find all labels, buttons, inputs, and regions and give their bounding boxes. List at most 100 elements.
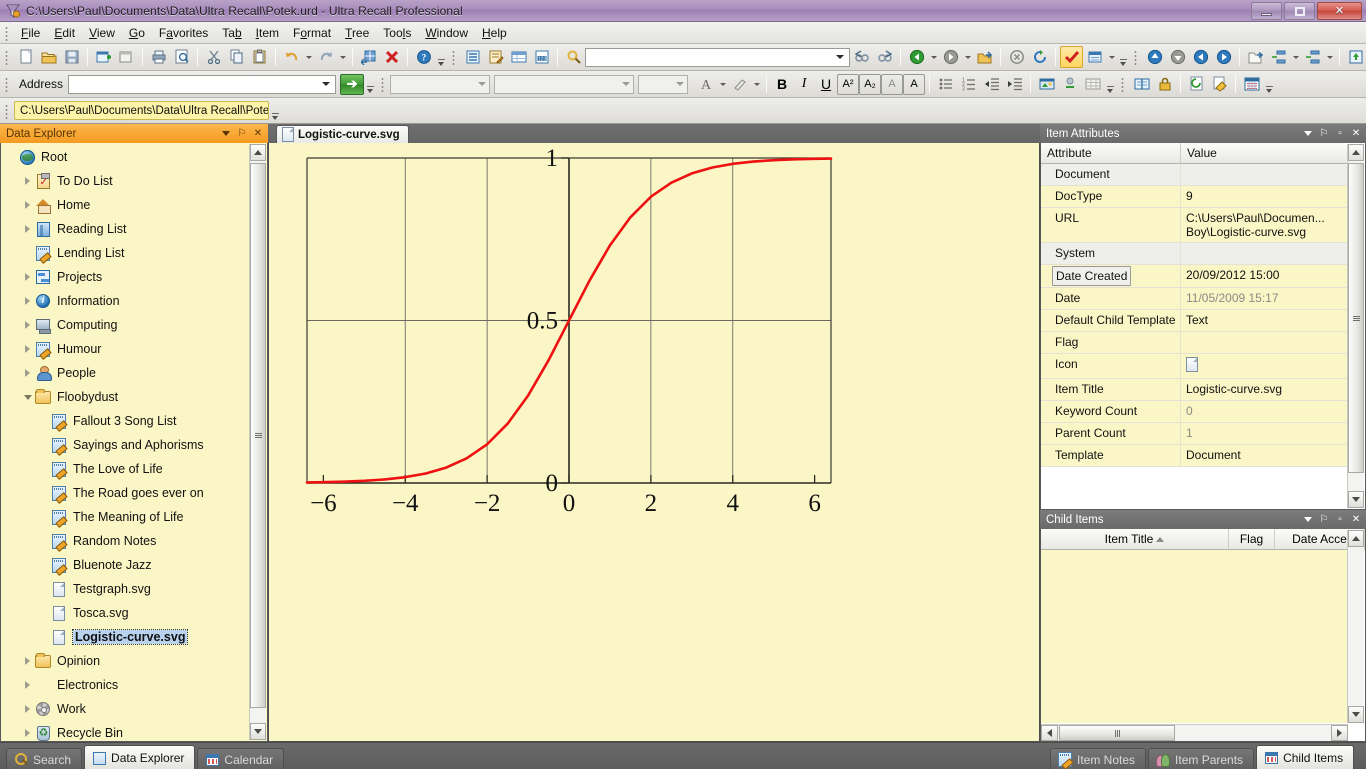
attribute-key-focused[interactable]: Date Created: [1052, 266, 1132, 286]
child-items-maximize-button[interactable]: ▫: [1333, 513, 1347, 527]
toolbar-overflow-format[interactable]: [1104, 73, 1116, 95]
attribute-value[interactable]: Document: [1181, 445, 1348, 466]
print-button[interactable]: [147, 46, 170, 68]
attribute-row[interactable]: Template Document: [1041, 445, 1348, 467]
data-explorer-tree[interactable]: Root To Do List Home Reading List Lending Li…: [0, 143, 268, 742]
superscript-button[interactable]: A²: [837, 73, 860, 95]
child-items-vertical-scrollbar[interactable]: [1347, 530, 1364, 723]
arrange-windows-button[interactable]: [357, 46, 380, 68]
address-input[interactable]: [68, 74, 337, 94]
menu-item-tools[interactable]: Tools: [376, 24, 418, 42]
redo-button[interactable]: [314, 46, 337, 68]
clear-format-button[interactable]: A: [881, 73, 904, 95]
breadcrumb[interactable]: C:\Users\Paul\Documents\Data\Ultra Recal…: [14, 101, 269, 120]
go-to-parent-button[interactable]: [973, 46, 996, 68]
attribute-row[interactable]: Default Child Template Text: [1041, 310, 1348, 332]
style-dropdown-arrow[interactable]: [673, 76, 687, 93]
menu-item-tab[interactable]: Tab: [215, 24, 248, 42]
menu-item-tree[interactable]: Tree: [338, 24, 376, 42]
attribute-value[interactable]: 1: [1181, 423, 1348, 444]
item-list-button[interactable]: [461, 46, 484, 68]
attributes-menu-button[interactable]: [1301, 127, 1315, 141]
expand-arrow-icon[interactable]: [21, 193, 34, 217]
tree-item-electronics[interactable]: Electronics: [1, 673, 249, 697]
forward-dropdown[interactable]: [962, 46, 973, 68]
tree-item-work[interactable]: Work: [1, 697, 249, 721]
new-item-button[interactable]: [14, 46, 37, 68]
child-scroll-up-button[interactable]: [1348, 530, 1364, 547]
expand-arrow-icon[interactable]: [21, 289, 34, 313]
child-items-grid[interactable]: Item Title Flag Date Acce: [1040, 529, 1366, 742]
numbered-list-button[interactable]: 123: [957, 73, 980, 95]
attribute-row[interactable]: Keyword Count 0: [1041, 401, 1348, 423]
tree-item-sayings-and-aphorisms[interactable]: Sayings and Aphorisms: [1, 433, 249, 457]
attributes-scroll-down-button[interactable]: [1348, 491, 1364, 508]
attribute-row[interactable]: Icon: [1041, 354, 1348, 379]
toolbar-overflow-item[interactable]: [1117, 46, 1129, 68]
attribute-value[interactable]: Logistic-curve.svg: [1181, 379, 1348, 400]
increase-indent-button[interactable]: [1003, 73, 1026, 95]
attribute-row[interactable]: Date Created 20/09/2012 15:00: [1041, 265, 1348, 288]
tree-scroll-up-button[interactable]: [250, 144, 266, 161]
undo-button[interactable]: [280, 46, 303, 68]
child-items-body[interactable]: [1041, 550, 1348, 723]
find-previous-button[interactable]: [850, 46, 873, 68]
copy-button[interactable]: [225, 46, 248, 68]
breadcrumb-overflow[interactable]: [269, 100, 281, 122]
bold-button[interactable]: B: [771, 74, 793, 95]
bottom-tab-item-notes[interactable]: Item Notes: [1050, 748, 1147, 769]
item-flag-list-button[interactable]: [1083, 46, 1106, 68]
paste-button[interactable]: [248, 46, 271, 68]
attribute-value[interactable]: 20/09/2012 15:00: [1181, 265, 1348, 287]
attribute-column-header[interactable]: Attribute: [1041, 143, 1181, 163]
tree-item-root[interactable]: Root: [1, 145, 249, 169]
value-column-header[interactable]: Value: [1181, 143, 1223, 163]
font-color-button[interactable]: A: [694, 73, 717, 95]
subscript-button[interactable]: A₂: [859, 73, 882, 95]
font-name-dropdown-arrow[interactable]: [475, 76, 489, 93]
style-combo[interactable]: [638, 74, 689, 94]
expand-arrow-icon[interactable]: [21, 217, 34, 241]
font-color-dropdown[interactable]: [717, 73, 728, 95]
move-up-button[interactable]: [1143, 46, 1166, 68]
maximize-button[interactable]: [1284, 2, 1315, 20]
bottom-tab-data-explorer[interactable]: Data Explorer: [84, 745, 196, 769]
tree-item-the-road-goes-ever-on[interactable]: The Road goes ever on: [1, 481, 249, 505]
toolbar-grip-item[interactable]: [450, 49, 458, 65]
delete-button[interactable]: [380, 46, 403, 68]
refresh-button[interactable]: [1028, 46, 1051, 68]
underline-button[interactable]: U: [815, 74, 837, 95]
toolbar-overflow-tools[interactable]: [1263, 73, 1275, 95]
font-size-dropdown-arrow[interactable]: [619, 76, 633, 93]
item-attributes-grid[interactable]: Attribute Value Document DocType 9 URL C:\Us…: [1040, 143, 1366, 510]
italic-button[interactable]: I: [793, 74, 815, 95]
attribute-value[interactable]: [1181, 164, 1348, 185]
expand-arrow-icon[interactable]: [21, 265, 34, 289]
toolbar-grip-tools[interactable]: [1119, 76, 1128, 92]
undo-dropdown[interactable]: [303, 46, 314, 68]
attributes-maximize-button[interactable]: ▫: [1333, 127, 1347, 141]
insert-link-button[interactable]: [1058, 73, 1081, 95]
back-dropdown[interactable]: [928, 46, 939, 68]
insert-table-button[interactable]: [1081, 73, 1104, 95]
search-dropdown-arrow[interactable]: [833, 49, 847, 66]
collapse-arrow-icon[interactable]: [21, 385, 34, 409]
attribute-value[interactable]: Text: [1181, 310, 1348, 331]
expand-arrow-icon[interactable]: [21, 313, 34, 337]
tree-item-recycle-bin[interactable]: Recycle Bin: [1, 721, 249, 741]
bottom-tab-item-parents[interactable]: Item Parents: [1148, 748, 1255, 769]
child-scroll-left-button[interactable]: [1041, 725, 1058, 741]
expand-arrow-icon[interactable]: [21, 649, 34, 673]
tree-vertical-scrollbar[interactable]: [249, 144, 266, 740]
menu-item-help[interactable]: Help: [475, 24, 514, 42]
child-column-item-title[interactable]: Item Title: [1041, 529, 1229, 549]
attributes-scroll-up-button[interactable]: [1348, 144, 1364, 161]
new-sibling-item-button[interactable]: [115, 46, 138, 68]
expand-arrow-icon[interactable]: [21, 673, 34, 697]
tree-scroll-down-button[interactable]: [250, 723, 266, 740]
panel-close-button[interactable]: ✕: [251, 127, 265, 141]
attribute-row[interactable]: DocType 9: [1041, 186, 1348, 208]
outdent-item-button[interactable]: [1301, 46, 1324, 68]
item-attributes-button[interactable]: [507, 46, 530, 68]
toolbar-overflow-standard[interactable]: [435, 46, 447, 68]
